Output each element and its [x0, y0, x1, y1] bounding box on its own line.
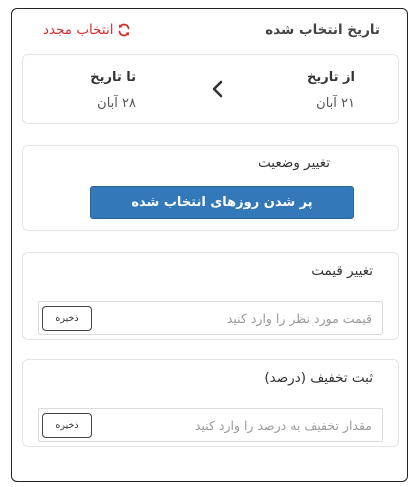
- price-input[interactable]: [102, 302, 372, 334]
- from-date-label: از تاریخ: [307, 70, 355, 85]
- price-save-button[interactable]: ذخیره: [42, 306, 92, 331]
- status-card: تغییر وضعیت پر شدن روزهای انتخاب شده: [22, 145, 399, 231]
- selected-date-title: تاریخ انتخاب شده: [265, 22, 380, 38]
- from-date: از تاریخ ۲۱ آبان: [307, 69, 355, 113]
- from-date-value: ۲۱ آبان: [316, 96, 355, 111]
- to-date-value: ۲۸ آبان: [97, 96, 136, 111]
- date-edit-panel: تاریخ انتخاب شده انتخاب مجدد از تاریخ ۲۱…: [11, 8, 408, 482]
- status-title: تغییر وضعیت: [258, 155, 330, 171]
- refresh-icon: [117, 23, 131, 37]
- discount-input[interactable]: [102, 409, 372, 441]
- chevron-left-icon[interactable]: [209, 79, 227, 99]
- discount-save-button[interactable]: ذخیره: [42, 413, 92, 438]
- fill-selected-days-button[interactable]: پر شدن روزهای انتخاب شده: [90, 186, 354, 219]
- to-date-label: تا تاریخ: [90, 70, 136, 85]
- price-title: تغییر قیمت: [311, 263, 373, 279]
- reselect-label: انتخاب مجدد: [43, 22, 114, 38]
- price-input-group: ذخیره: [38, 301, 383, 335]
- discount-title: ثبت تخفیف (درصد): [264, 370, 373, 386]
- date-range-card: از تاریخ ۲۱ آبان تا تاریخ ۲۸ آبان: [22, 54, 399, 124]
- to-date: تا تاریخ ۲۸ آبان: [90, 69, 136, 113]
- panel-header: تاریخ انتخاب شده انتخاب مجدد: [12, 21, 407, 43]
- reselect-link[interactable]: انتخاب مجدد: [43, 22, 131, 38]
- discount-input-group: ذخیره: [38, 408, 383, 442]
- discount-card: ثبت تخفیف (درصد) ذخیره: [22, 359, 399, 447]
- price-card: تغییر قیمت ذخیره: [22, 252, 399, 340]
